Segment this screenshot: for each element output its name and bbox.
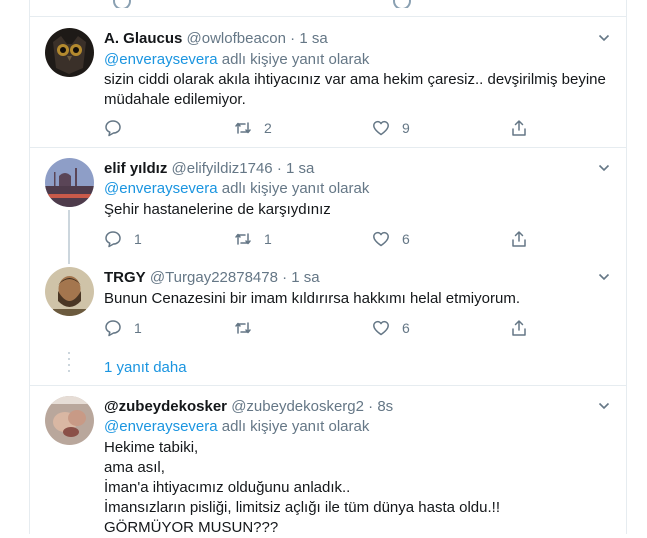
- reply-button[interactable]: 1: [104, 229, 142, 249]
- tweet-actions: 2 9: [104, 118, 526, 138]
- retweet-button[interactable]: 1: [234, 229, 272, 249]
- share-icon: [512, 120, 526, 136]
- timestamp[interactable]: 1 sa: [299, 30, 327, 47]
- avatar[interactable]: [45, 396, 94, 445]
- reply-button[interactable]: 1: [104, 318, 142, 338]
- user-handle[interactable]: @zubeydekoskerg2: [231, 398, 364, 415]
- owl-avatar-icon: [45, 28, 94, 77]
- avatar[interactable]: [45, 267, 94, 316]
- separator-dot: ·: [290, 30, 296, 47]
- tweet-text: Hekime tabiki, ama asıl, İman'a ihtiyacı…: [104, 439, 500, 536]
- mention-link[interactable]: @enveraysevera: [104, 180, 218, 197]
- retweet-count: 1: [264, 231, 272, 247]
- tweet-text: Şehir hastanelerine de karşıydınız: [104, 201, 331, 218]
- like-icon[interactable]: [393, 0, 411, 8]
- replying-suffix: adlı kişiye yanıt olarak: [221, 418, 370, 435]
- city-avatar-icon: [45, 158, 94, 207]
- tweet-header: elif yıldız @elifyildiz1746 · 1 sa: [104, 159, 314, 179]
- user-handle[interactable]: @owlofbeacon: [187, 30, 286, 47]
- timestamp[interactable]: 1 sa: [291, 269, 319, 286]
- thread-line: [68, 256, 70, 264]
- like-count: 6: [402, 320, 410, 336]
- tweet-header: A. Glaucus @owlofbeacon · 1 sa: [104, 29, 328, 49]
- display-name[interactable]: @zubeydekosker: [104, 398, 227, 415]
- replying-to: @enveraysevera adlı kişiye yanıt olarak: [104, 179, 369, 199]
- share-icon: [512, 231, 526, 247]
- user-handle[interactable]: @elifyildiz1746: [172, 160, 273, 177]
- replying-suffix: adlı kişiye yanıt olarak: [221, 51, 370, 68]
- avatar[interactable]: [45, 28, 94, 77]
- replying-to: @enveraysevera adlı kişiye yanıt olarak: [104, 50, 369, 70]
- portrait-avatar-icon: [45, 267, 94, 316]
- reply-icon: [105, 320, 121, 337]
- reply-icon: [105, 231, 121, 248]
- timestamp[interactable]: 8s: [377, 398, 393, 415]
- thread-line: [68, 210, 70, 256]
- reply-icon: [105, 120, 121, 137]
- like-button[interactable]: 6: [372, 229, 410, 249]
- heart-icon: [373, 320, 389, 336]
- hands-avatar-icon: [45, 396, 94, 445]
- like-count: 9: [402, 120, 410, 136]
- share-button[interactable]: [510, 229, 528, 249]
- chevron-down-icon[interactable]: [598, 400, 610, 412]
- share-icon: [512, 320, 526, 336]
- retweet-button[interactable]: [234, 318, 264, 338]
- separator-dot: ·: [276, 160, 282, 177]
- tweet-header: @zubeydekosker @zubeydekoskerg2 · 8s: [104, 397, 393, 417]
- show-more-replies-link[interactable]: 1 yanıt daha: [104, 359, 187, 376]
- reply-count: 1: [134, 231, 142, 247]
- reply-icon[interactable]: [113, 0, 131, 8]
- tweet-trgy[interactable]: TRGY @Turgay22878478 · 1 sa Bunun Cenaze…: [30, 256, 626, 356]
- retweet-icon: [235, 322, 251, 334]
- tweet-elif[interactable]: elif yıldız @elifyildiz1746 · 1 sa @enve…: [30, 148, 626, 256]
- display-name[interactable]: TRGY: [104, 269, 146, 286]
- chevron-down-icon[interactable]: [598, 271, 610, 283]
- display-name[interactable]: A. Glaucus: [104, 30, 182, 47]
- timeline-column: A. Glaucus @owlofbeacon · 1 sa @enverays…: [29, 0, 628, 536]
- chevron-down-icon[interactable]: [598, 32, 610, 44]
- separator-dot: ·: [368, 398, 374, 415]
- replying-to: @enveraysevera adlı kişiye yanıt olarak: [104, 417, 369, 437]
- replying-suffix: adlı kişiye yanıt olarak: [221, 180, 370, 197]
- retweet-button[interactable]: 2: [234, 118, 272, 138]
- share-button[interactable]: [510, 318, 528, 338]
- retweet-icon: [235, 122, 251, 134]
- mention-link[interactable]: @enveraysevera: [104, 418, 218, 435]
- tweet-actions: 1 6: [104, 318, 526, 338]
- separator-dot: ·: [282, 269, 288, 286]
- retweet-count: 2: [264, 120, 272, 136]
- avatar[interactable]: [45, 158, 94, 207]
- like-button[interactable]: 6: [372, 318, 410, 338]
- like-button[interactable]: 9: [372, 118, 410, 138]
- tweet-actions: 1 1 6: [104, 229, 526, 249]
- tweet-zubeyde[interactable]: @zubeydekosker @zubeydekoskerg2 · 8s @en…: [30, 386, 626, 536]
- like-count: 6: [402, 231, 410, 247]
- tweet-text: Bunun Cenazesini bir imam kıldırırsa hak…: [104, 290, 520, 307]
- timestamp[interactable]: 1 sa: [286, 160, 314, 177]
- mention-link[interactable]: @enveraysevera: [104, 51, 218, 68]
- tweet-text: sizin ciddi olarak akıla ihtiyacınız var…: [104, 71, 606, 108]
- previous-tweet-actions-fragment: [30, 0, 628, 8]
- chevron-down-icon[interactable]: [598, 162, 610, 174]
- heart-icon: [373, 120, 389, 136]
- reply-button[interactable]: [104, 118, 134, 138]
- reply-count: 1: [134, 320, 142, 336]
- user-handle[interactable]: @Turgay22878478: [150, 269, 278, 286]
- display-name[interactable]: elif yıldız: [104, 160, 167, 177]
- tweet-glaucus[interactable]: A. Glaucus @owlofbeacon · 1 sa @enverays…: [30, 17, 626, 145]
- tweet-header: TRGY @Turgay22878478 · 1 sa: [104, 268, 320, 288]
- thread-dots: [68, 352, 70, 376]
- share-button[interactable]: [510, 118, 528, 138]
- retweet-icon: [235, 233, 251, 245]
- heart-icon: [373, 231, 389, 247]
